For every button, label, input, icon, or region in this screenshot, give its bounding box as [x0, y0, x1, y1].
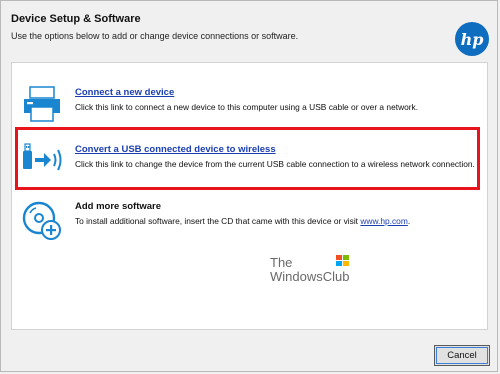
hp-website-link[interactable]: www.hp.com: [360, 216, 407, 226]
add-more-software-heading: Add more software: [75, 201, 162, 212]
option-text: Convert a USB connected device to wirele…: [75, 144, 475, 169]
description-suffix: .: [407, 216, 411, 226]
add-more-software-description: To install additional software, insert t…: [75, 216, 410, 226]
option-text: Connect a new device Click this link to …: [75, 87, 418, 112]
watermark-line2: WindowsClub: [270, 269, 350, 284]
windows-flag-icon: [336, 255, 349, 267]
windowsclub-watermark: The WindowsClub: [270, 255, 350, 284]
cancel-button[interactable]: Cancel: [434, 345, 490, 366]
convert-usb-to-wireless-description: Click this link to change the device fro…: [75, 159, 475, 169]
option-text: Add more software To install additional …: [75, 201, 410, 226]
options-panel: Connect a new device Click this link to …: [11, 62, 488, 330]
window-title: Device Setup & Software: [11, 13, 141, 25]
connect-new-device-link[interactable]: Connect a new device: [75, 87, 418, 98]
usb-to-wireless-icon: [22, 143, 66, 182]
window-subtitle: Use the options below to add or change d…: [11, 31, 299, 41]
hp-logo-icon: hp: [455, 22, 489, 56]
description-text: To install additional software, insert t…: [75, 216, 361, 226]
printer-icon: [22, 85, 62, 128]
convert-usb-to-wireless-link[interactable]: Convert a USB connected device to wirele…: [75, 144, 475, 155]
connect-new-device-description: Click this link to connect a new device …: [75, 102, 419, 112]
device-setup-window: Device Setup & Software Use the options …: [0, 0, 498, 372]
window-header: Device Setup & Software Use the options …: [1, 1, 497, 59]
cd-add-icon: [22, 201, 62, 246]
